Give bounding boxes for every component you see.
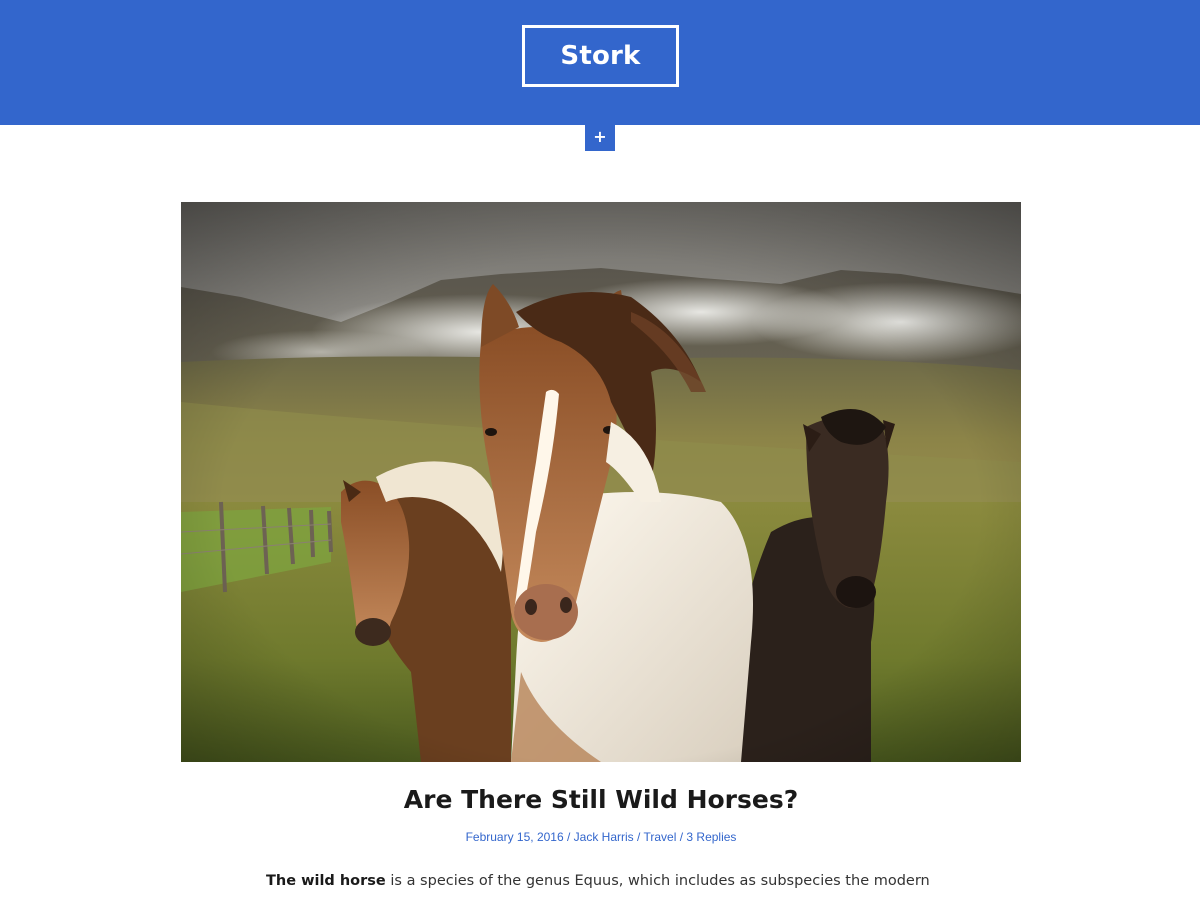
post-excerpt: The wild horse is a species of the genus…: [266, 869, 946, 893]
post-title-link[interactable]: Are There Still Wild Horses?: [404, 785, 798, 814]
post-comments-link[interactable]: 3 Replies: [686, 830, 736, 844]
site-header: Stork: [0, 0, 1200, 125]
meta-separator: /: [566, 830, 574, 844]
post-title: Are There Still Wild Horses?: [181, 782, 1021, 818]
excerpt-lead: The wild horse: [266, 873, 386, 889]
featured-image[interactable]: [181, 202, 1021, 762]
excerpt-text: is a species of the genus Equus, which i…: [385, 873, 930, 889]
post-meta: February 15, 2016 / Jack Harris / Travel…: [181, 829, 1021, 845]
post-category-link[interactable]: Travel: [643, 830, 676, 844]
post-author-link[interactable]: Jack Harris: [574, 830, 634, 844]
post-date-link[interactable]: February 15, 2016: [466, 830, 564, 844]
horses-photo: [181, 202, 1021, 762]
menu-toggle-button[interactable]: +: [585, 125, 615, 151]
site-title-link[interactable]: Stork: [522, 25, 679, 87]
